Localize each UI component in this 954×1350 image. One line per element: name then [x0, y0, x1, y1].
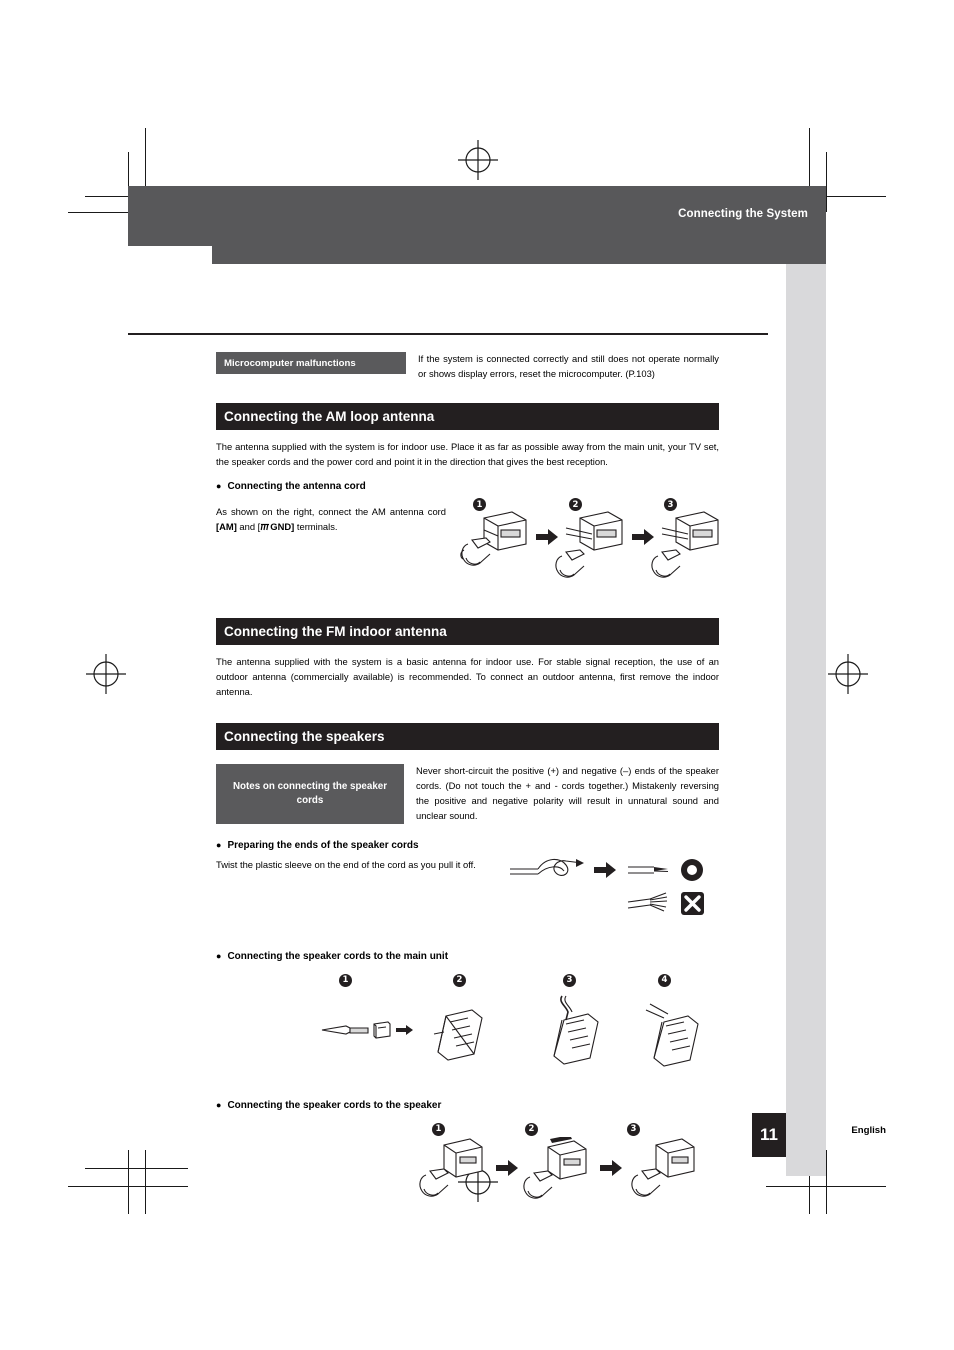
footer-language-label: English — [851, 1125, 886, 1136]
fm-antenna-body: The antenna supplied with the system is … — [216, 656, 719, 698]
figure-connect-speaker: 1 2 3 — [216, 1122, 719, 1233]
speaker-cord-notes-text: Never short-circuit the positive (+) and… — [416, 765, 719, 821]
step-badge-4: 4 — [658, 973, 671, 987]
am-sub-line3: and [ — [236, 521, 261, 533]
speaker-connection-illustration — [419, 1136, 695, 1199]
section-heading-speakers: Connecting the speakers — [216, 723, 719, 751]
microcomputer-note: Microcomputer malfunctions If the system… — [216, 352, 719, 381]
bullet-am-antenna-cord: ● Connecting the antenna cord — [216, 481, 719, 492]
am-antenna-sub-text: As shown on the right, connect the AM an… — [216, 504, 446, 534]
bullet-connect-main-unit: ● Connecting the speaker cords to the ma… — [216, 951, 719, 962]
am-sub-line4: terminals. — [294, 521, 338, 533]
crop-mark — [766, 1186, 886, 1187]
step-badge-3: 3 — [627, 1122, 640, 1136]
am-sub-line1: As shown on the right, connect the AM — [216, 506, 386, 518]
arrow-right-icon — [632, 529, 654, 546]
crop-mark — [128, 1150, 129, 1214]
arrow-right-icon — [594, 861, 616, 878]
page-header-title: Connecting the System — [678, 208, 808, 220]
crop-mark — [826, 152, 827, 212]
page-header-band: Connecting the System — [128, 186, 826, 246]
figure-connect-main-unit: 1 2 3 4 — [216, 973, 719, 1074]
crop-mark — [145, 1150, 146, 1214]
bullet-connect-speaker: ● Connecting the speaker cords to the sp… — [216, 1100, 719, 1111]
crop-mark — [68, 1186, 188, 1187]
bullet-label: Connecting the speaker cords to the main… — [227, 950, 449, 962]
step-badge-2: 2 — [525, 1122, 538, 1136]
bullet-dot-icon: ● — [216, 950, 222, 961]
bullet-dot-icon: ● — [216, 481, 222, 492]
bullet-label: Preparing the ends of the speaker cords — [227, 839, 419, 851]
content-column: Microcomputer malfunctions If the system… — [216, 352, 719, 1233]
ng-cross-icon — [681, 891, 704, 915]
page-header-tail — [128, 246, 826, 264]
footer-page-number: 11 — [752, 1113, 786, 1157]
registration-mark — [86, 654, 126, 694]
microcomputer-note-label: Microcomputer malfunctions — [216, 352, 406, 374]
registration-mark — [828, 654, 868, 694]
crop-mark — [85, 1168, 188, 1169]
step-badge-2: 2 — [453, 973, 466, 987]
preparing-cord-text: Twist the plastic sleeve on the end of t… — [216, 858, 476, 870]
am-sub-line2: antenna cord — [389, 506, 446, 518]
ground-symbol-icon — [260, 524, 270, 531]
registration-mark — [458, 140, 498, 180]
step-badge-3: 3 — [563, 973, 576, 987]
figure-preparing-cord-ends — [496, 851, 719, 921]
figure-am-antenna-connection: 1 2 3 — [446, 498, 719, 598]
bullet-label: Connecting the speaker cords to the spea… — [227, 1099, 442, 1111]
bullet-dot-icon: ● — [216, 1099, 222, 1110]
am-terminal-label: [AM] — [216, 521, 237, 533]
ok-circle-icon — [681, 858, 703, 881]
bullet-label: Connecting the antenna cord — [227, 481, 366, 493]
am-antenna-body: The antenna supplied with the system is … — [216, 441, 719, 468]
cord-prepare-illustration — [510, 858, 704, 915]
speaker-cord-notes-label: Notes on connecting the speaker cords — [216, 764, 404, 824]
content-top-rule — [128, 333, 768, 335]
crop-mark — [826, 1150, 827, 1214]
gnd-terminal-label: GND] — [270, 521, 295, 533]
section-heading-fm-antenna: Connecting the FM indoor antenna — [216, 618, 719, 646]
page-canvas: Connecting the System Microcomputer malf… — [0, 0, 954, 1350]
speaker-cord-notes: Notes on connecting the speaker cords Ne… — [216, 764, 719, 824]
microcomputer-note-text: If the system is connected correctly and… — [418, 353, 719, 379]
main-unit-illustration — [321, 995, 699, 1067]
page-header-notch — [128, 246, 212, 265]
step-badge-1: 1 — [432, 1122, 445, 1136]
arrow-right-icon — [536, 529, 558, 546]
bullet-dot-icon: ● — [216, 839, 222, 850]
step-badge-1: 1 — [339, 973, 352, 987]
section-heading-am-antenna: Connecting the AM loop antenna — [216, 403, 719, 431]
am-antenna-illustration — [460, 511, 719, 578]
